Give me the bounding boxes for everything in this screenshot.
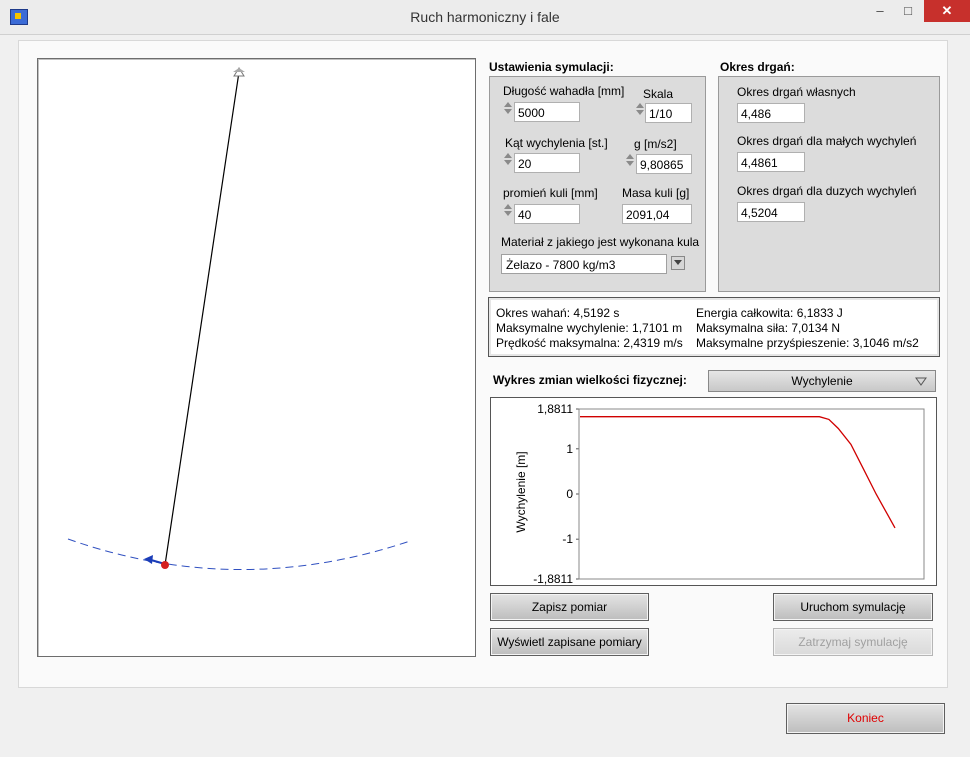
chart-svg: Wychylenie [m] 1,8811 1 0 -1 -1,8811 bbox=[514, 402, 925, 586]
chart-frame: Wychylenie [m] 1,8811 1 0 -1 -1,8811 bbox=[490, 397, 937, 586]
results-panel: Okres wahań: 4,5192 s Maksymalne wychyle… bbox=[488, 297, 940, 357]
result-max-force: Maksymalna siła: 7,0134 N bbox=[696, 321, 841, 335]
natural-period-label: Okres drgań własnych bbox=[737, 85, 856, 99]
close-icon[interactable]: ✕ bbox=[924, 0, 970, 22]
result-max-acceleration: Maksymalne przyśpieszenie: 3,1046 m/s2 bbox=[696, 336, 919, 350]
spinner-icon[interactable] bbox=[502, 202, 513, 226]
pendulum-display bbox=[37, 58, 476, 657]
pendulum-bob bbox=[161, 561, 169, 569]
spinner-icon[interactable] bbox=[634, 101, 645, 125]
result-max-deflection: Maksymalne wychylenie: 1,7101 m bbox=[496, 321, 683, 335]
end-button[interactable]: Koniec bbox=[786, 703, 945, 734]
pivot-top bbox=[233, 68, 245, 72]
series-line bbox=[580, 416, 896, 529]
y-tick-label: -1 bbox=[562, 532, 573, 546]
plot-select-value: Wychylenie bbox=[791, 374, 853, 388]
radius-label: promień kuli [mm] bbox=[503, 186, 598, 200]
small-period-value: 4,4861 bbox=[737, 152, 805, 172]
radius-input[interactable]: 40 bbox=[514, 204, 580, 224]
length-label: Długość wahadła [mm] bbox=[503, 84, 625, 98]
mass-label: Masa kuli [g] bbox=[622, 186, 690, 200]
plot-select[interactable]: Wychylenie bbox=[708, 370, 936, 392]
pendulum-string bbox=[164, 71, 240, 566]
g-label: g [m/s2] bbox=[634, 137, 677, 151]
start-simulation-button[interactable]: Uruchom symulację bbox=[773, 593, 933, 621]
plot-area bbox=[578, 408, 925, 580]
result-total-energy: Energia całkowita: 6,1833 J bbox=[696, 306, 843, 320]
velocity-arrow-head bbox=[144, 555, 153, 564]
length-input[interactable]: 5000 bbox=[514, 102, 580, 122]
result-max-velocity: Prędkość maksymalna: 2,4319 m/s bbox=[496, 336, 683, 350]
small-period-label: Okres drgań dla małych wychyleń bbox=[737, 134, 917, 148]
angle-label: Kąt wychylenia [st.] bbox=[505, 136, 608, 150]
spinner-icon[interactable] bbox=[502, 100, 513, 124]
scale-label: Skala bbox=[643, 87, 674, 101]
large-period-value: 4,5204 bbox=[737, 202, 805, 222]
natural-period-value: 4,486 bbox=[737, 103, 805, 123]
y-tick-label: -1,8811 bbox=[533, 572, 573, 585]
y-ticks: 1,8811 1 0 -1 -1,8811 bbox=[533, 402, 579, 586]
angle-input[interactable]: 20 bbox=[514, 153, 580, 173]
show-saved-button[interactable]: Wyświetl zapisane pomiary bbox=[490, 628, 649, 656]
chevron-down-icon bbox=[915, 377, 927, 386]
plot-selector-label: Wykres zmian wielkości fizycznej: bbox=[493, 373, 687, 387]
material-select[interactable]: Żelazo - 7800 kg/m3 bbox=[501, 254, 667, 274]
large-period-label: Okres drgań dla duzych wychyleń bbox=[737, 184, 917, 198]
maximize-icon[interactable]: □ bbox=[894, 0, 922, 22]
y-tick-label: 1 bbox=[566, 442, 573, 456]
save-measurement-button[interactable]: Zapisz pomiar bbox=[490, 593, 649, 621]
material-label: Materiał z jakiego jest wykonana kula bbox=[501, 235, 700, 249]
window-title: Ruch harmoniczny i fale bbox=[410, 9, 560, 25]
g-input[interactable]: 9,80865 bbox=[636, 154, 692, 174]
spinner-icon[interactable] bbox=[502, 151, 513, 175]
scale-input[interactable]: 1/10 bbox=[645, 103, 692, 123]
pendulum-svg bbox=[67, 67, 411, 570]
spinner-icon[interactable] bbox=[624, 152, 635, 176]
y-tick-label: 1,8811 bbox=[537, 402, 573, 416]
stop-simulation-button[interactable]: Zatrzymaj symulację bbox=[773, 628, 933, 656]
y-axis-label: Wychylenie [m] bbox=[514, 451, 528, 532]
mass-display: 2091,04 bbox=[622, 204, 692, 224]
settings-title: Ustawienia symulacji: bbox=[489, 60, 614, 74]
trajectory-arc bbox=[67, 538, 411, 570]
period-title: Okres drgań: bbox=[720, 60, 795, 74]
dropdown-arrow-icon[interactable] bbox=[671, 256, 685, 270]
minimize-icon[interactable]: ‒ bbox=[866, 0, 894, 22]
y-tick-label: 0 bbox=[566, 487, 573, 501]
result-period: Okres wahań: 4,5192 s bbox=[496, 306, 620, 320]
